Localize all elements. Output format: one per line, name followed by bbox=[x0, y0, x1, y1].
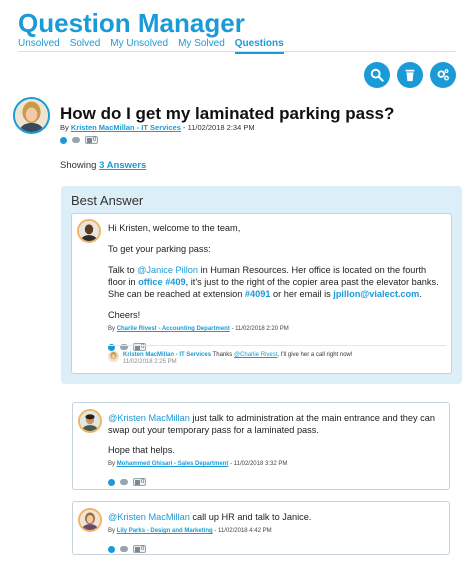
thumbs-up-icon bbox=[87, 137, 92, 143]
thumbs-up-icon bbox=[135, 479, 140, 485]
answers-link[interactable]: 3 Answers bbox=[99, 160, 146, 171]
answer-card: @Kristen MacMillan just talk to administ… bbox=[72, 402, 450, 490]
reply-mention-link[interactable]: @Charlie Rivest bbox=[234, 352, 277, 358]
mention-link[interactable]: @Janice Pillon bbox=[137, 265, 198, 275]
mention-link[interactable]: @Kristen MacMillan bbox=[108, 413, 190, 423]
comment-icon[interactable] bbox=[120, 479, 128, 485]
best-answer-card: Hi Kristen, welcome to the team, To get … bbox=[71, 213, 452, 374]
answer-author-avatar bbox=[77, 219, 101, 243]
answer-author-link[interactable]: Mohammed Ghisari - Sales Department bbox=[117, 461, 229, 467]
answer-body: @Kristen MacMillan call up HR and talk t… bbox=[108, 511, 444, 553]
question-title: How do I get my laminated parking pass? bbox=[60, 104, 395, 123]
best-answer-body: Hi Kristen, welcome to the team, To get … bbox=[108, 222, 446, 351]
settings-button[interactable] bbox=[430, 62, 456, 88]
status-dot-icon bbox=[108, 545, 115, 553]
answer-author-avatar bbox=[78, 409, 102, 433]
answer-count: Showing 3 Answers bbox=[60, 160, 147, 171]
answer-actions: 0 bbox=[108, 478, 444, 486]
like-button[interactable]: 0 bbox=[85, 136, 99, 144]
tabs-divider bbox=[18, 51, 456, 52]
settings-icon bbox=[437, 69, 449, 81]
status-dot-icon bbox=[108, 478, 115, 486]
answer-author-link[interactable]: Charlie Rivest - Accounting Department bbox=[117, 326, 230, 332]
search-button[interactable] bbox=[364, 62, 390, 88]
like-button[interactable]: 0 bbox=[133, 545, 147, 553]
app-title: Question Manager bbox=[18, 8, 245, 38]
reply-author-avatar bbox=[108, 351, 119, 362]
comment-icon[interactable] bbox=[120, 546, 128, 552]
best-answer-panel: Best Answer Hi Kristen, welcome to the t… bbox=[61, 186, 462, 384]
best-answer-label: Best Answer bbox=[71, 193, 144, 208]
answer-author-link[interactable]: Lily Parks - Design and Marketing bbox=[117, 528, 213, 534]
mention-link[interactable]: @Kristen MacMillan bbox=[108, 512, 190, 522]
search-icon bbox=[370, 68, 384, 82]
question-author-avatar bbox=[13, 97, 50, 134]
question-meta: By Kristen MacMillan - IT Services - 11/… bbox=[60, 123, 255, 132]
reply-date: 11/02/2018 2:25 PM bbox=[123, 359, 177, 365]
answer-meta: By Mohammed Ghisari - Sales Department -… bbox=[108, 461, 288, 467]
question-actions: 0 bbox=[60, 136, 99, 144]
like-button[interactable]: 0 bbox=[133, 478, 147, 486]
comment-icon[interactable] bbox=[72, 137, 80, 143]
answer-actions: 0 bbox=[108, 545, 444, 553]
question-date: 11/02/2018 2:34 PM bbox=[187, 123, 255, 132]
answer-meta: By Lily Parks - Design and Marketing - 1… bbox=[108, 528, 272, 534]
answer-body: @Kristen MacMillan just talk to administ… bbox=[108, 412, 444, 486]
email-link[interactable]: jpillon@vialect.com bbox=[333, 289, 419, 299]
reply-author-link[interactable]: Kristen MacMillan - IT Services bbox=[123, 352, 211, 358]
answer-author-avatar bbox=[78, 508, 102, 532]
question-author-link[interactable]: Kristen MacMillan - IT Services bbox=[71, 123, 181, 132]
reply-item: Kristen MacMillan - IT Services Thanks @… bbox=[108, 345, 446, 365]
delete-button[interactable] bbox=[397, 62, 423, 88]
thumbs-up-icon bbox=[135, 546, 140, 552]
trash-icon bbox=[405, 69, 415, 82]
extension-link[interactable]: #4091 bbox=[245, 289, 271, 299]
office-link[interactable]: office #409 bbox=[138, 277, 186, 287]
status-dot-icon bbox=[60, 136, 67, 144]
answer-meta: By Charlie Rivest - Accounting Departmen… bbox=[108, 326, 289, 332]
answer-card: @Kristen MacMillan call up HR and talk t… bbox=[72, 501, 450, 555]
